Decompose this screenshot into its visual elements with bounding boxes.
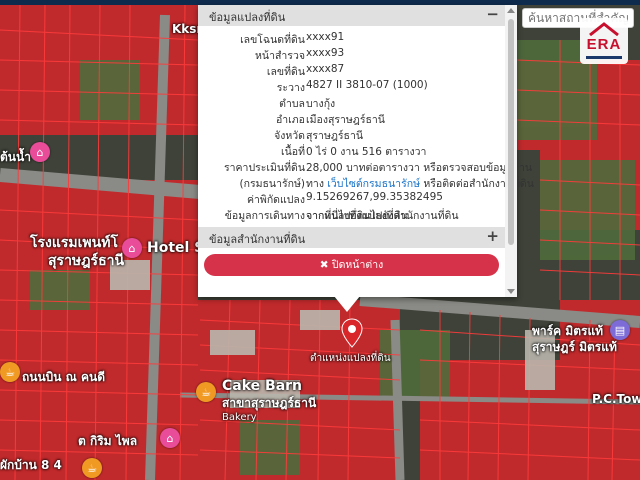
land-office-section-header[interactable]: ข้อมูลสำนักงานที่ดิน + [198, 227, 505, 248]
parcel-info-popup: ข้อมูลแปลงที่ดิน − เลขโฉนดที่ดิน xxxx91 … [198, 5, 534, 297]
popup-scrollbar[interactable] [505, 5, 517, 297]
scrollbar-thumb[interactable] [508, 19, 514, 245]
map-label-bakery: Bakery [222, 412, 257, 423]
map-label-cake-barn: Cake Barn [222, 378, 303, 394]
province-value: สุราษฎร์ธานี [306, 130, 364, 142]
row-survey-page: หน้าสำรวจ xxxx93 [198, 47, 505, 63]
price-label: ราคาประเมินที่ดิน [223, 162, 305, 174]
map-label-hotel-city: สุราษฎร์ธานี [48, 253, 125, 269]
parcel-info-section-header[interactable]: ข้อมูลแปลงที่ดิน − [198, 5, 505, 26]
popup-pointer [334, 296, 360, 312]
era-logo[interactable]: ERA [580, 18, 628, 64]
logo-bar [586, 56, 622, 59]
row-land-number: เลขที่ดิน xxxx87 [198, 63, 505, 79]
hotel-marker-icon[interactable]: ⌂ [122, 238, 142, 258]
map-label-road-left: ถนนบิน ณ คนดี [22, 370, 106, 384]
collapse-icon[interactable]: − [486, 5, 499, 23]
treasury-website-link[interactable]: เว็บไซต์กรมธนารักษ์ [327, 178, 420, 190]
restaurant-marker-icon[interactable]: ☕ [0, 362, 20, 382]
map-pin-icon[interactable] [341, 318, 363, 348]
hotel-marker-icon[interactable]: ⌂ [160, 428, 180, 448]
map-label-bottom-left-2: ผักบ้าน 8 4 [0, 458, 62, 472]
directions-label: ข้อมูลการเดินทาง [224, 210, 305, 222]
logo-text: ERA [586, 36, 622, 53]
map-sheet-label: ระวาง [276, 82, 305, 94]
district-label: อำเภอ [275, 114, 305, 126]
hotel-marker-icon[interactable]: ⌂ [30, 142, 50, 162]
price-source-value: ทาง เว็บไซต์กรมธนารักษ์ หรือติดต่อสำนักง… [306, 175, 534, 192]
scroll-down-icon[interactable] [507, 289, 515, 294]
deed-number-value: xxxx91 [306, 31, 345, 43]
coordinates-label: ค่าพิกัดแปลง [246, 194, 305, 206]
subdistrict-label: ตำบล [279, 98, 305, 110]
deed-number-label: เลขโฉนดที่ดิน [240, 34, 305, 46]
row-district: อำเภอ เมืองสุราษฎร์ธานี [198, 111, 505, 127]
land-number-label: เลขที่ดิน [266, 66, 305, 78]
row-coordinates: ค่าพิกัดแปลง 9.15269267,99.35382495 [198, 191, 505, 207]
building-marker-icon[interactable]: ▤ [610, 320, 630, 340]
survey-page-value: xxxx93 [306, 47, 345, 59]
price-source-prefix: ทาง [306, 178, 328, 190]
price-value: 28,000 บาทต่อตารางวา หรือตรวจสอบข้อมูลผ่… [306, 162, 533, 174]
pin-label: ตำแหน่งแปลงที่ดิน [310, 353, 391, 364]
subdistrict-value: บางกุ้ง [306, 98, 336, 110]
restaurant-marker-icon[interactable]: ☕ [196, 382, 216, 402]
parcel-info-section-title: ข้อมูลแปลงที่ดิน [209, 11, 286, 24]
map-label-cake-barn-branch: สาขาสุราษฎร์ธานี [222, 396, 317, 410]
district-value: เมืองสุราษฎร์ธานี [306, 114, 385, 126]
province-label: จังหวัด [274, 130, 305, 142]
row-subdistrict: ตำบล บางกุ้ง [198, 95, 505, 111]
map-label-pc-tower: P.C.Tow [592, 392, 640, 406]
land-office-section-title: ข้อมูลสำนักงานที่ดิน [209, 233, 306, 246]
land-number-value: xxxx87 [306, 63, 345, 75]
survey-page-label: หน้าสำรวจ [255, 50, 305, 62]
coordinates-link[interactable]: 9.15269267,99.35382495 [306, 191, 443, 203]
map-label-bottom-left: ต กิริม ไพล [78, 434, 138, 448]
row-price: ราคาประเมินที่ดิน 28,000 บาทต่อตารางวา ห… [198, 159, 532, 175]
map-label-left-mid: ต้นน้ำ [0, 150, 31, 164]
price-source-label: (กรมธนารักษ์) [239, 178, 305, 190]
scroll-up-icon[interactable] [507, 8, 515, 13]
close-window-button[interactable]: ✖ ปิดหน้าต่าง [204, 254, 499, 276]
area-label: เนื้อที่ [281, 146, 305, 158]
row-area: เนื้อที่ 0 ไร่ 0 งาน 516 ตารางวา [198, 143, 505, 159]
row-map-sheet: ระวาง 4827 II 3810-07 (1000) [198, 79, 505, 95]
row-price-source: (กรมธนารักษ์) ทาง เว็บไซต์กรมธนารักษ์ หร… [198, 175, 533, 191]
house-roof-icon [589, 22, 619, 36]
map-label-park-city: สุราษฎร์ มิตรแท้ [532, 340, 617, 354]
directions-parcel-to-office-link[interactable]: จากแปลงที่ดินไปยังสำนักงานที่ดิน [306, 210, 459, 222]
row-province: จังหวัด สุราษฎร์ธานี [198, 127, 505, 143]
map-sheet-value: 4827 II 3810-07 (1000) [306, 79, 428, 91]
popup-content: ข้อมูลแปลงที่ดิน − เลขโฉนดที่ดิน xxxx91 … [198, 5, 534, 297]
expand-icon[interactable]: + [486, 227, 499, 245]
area-value: 0 ไร่ 0 งาน 516 ตารางวา [306, 146, 427, 158]
row-deed-number: เลขโฉนดที่ดิน xxxx91 [198, 31, 505, 47]
restaurant-marker-icon[interactable]: ☕ [82, 458, 102, 478]
